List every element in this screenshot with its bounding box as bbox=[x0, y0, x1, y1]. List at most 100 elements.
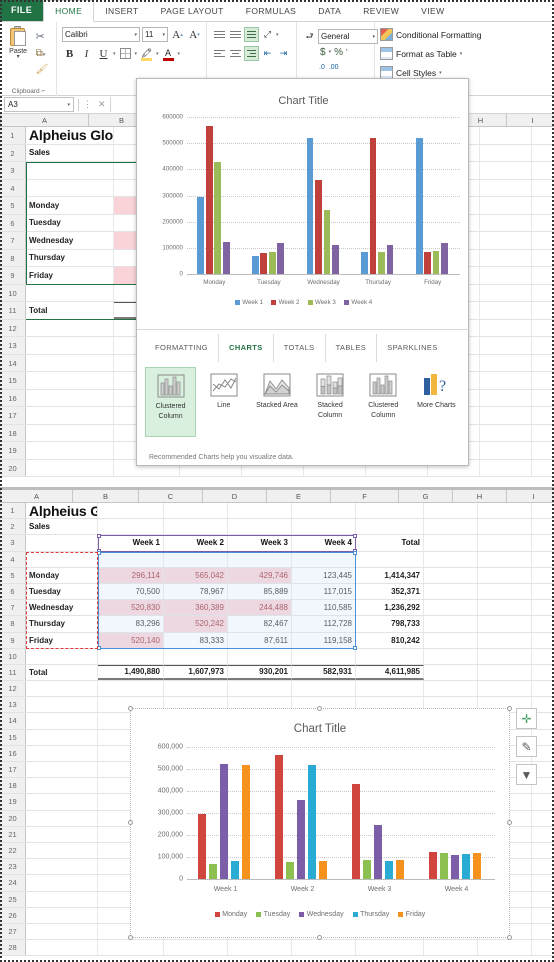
bar-week-3-friday[interactable] bbox=[432, 251, 440, 274]
cell-B4[interactable] bbox=[98, 551, 164, 567]
cell-A4[interactable] bbox=[26, 179, 114, 196]
column-header-e[interactable]: E bbox=[267, 490, 331, 502]
cell-C7[interactable]: 360,389 bbox=[164, 600, 228, 616]
tab-formulas[interactable]: FORMULAS bbox=[235, 0, 307, 21]
cell-I21[interactable] bbox=[532, 827, 554, 842]
clipboard-dialog-launcher[interactable]: ⌐ bbox=[41, 88, 45, 95]
cell-C11[interactable]: 1,607,973 bbox=[164, 664, 228, 681]
cell-B10[interactable] bbox=[98, 648, 164, 664]
cell-E9[interactable]: 119,158 bbox=[292, 632, 356, 648]
cell-H10[interactable] bbox=[480, 284, 532, 301]
row-header-2[interactable]: 2 bbox=[0, 144, 26, 161]
row-header-1[interactable]: 1 bbox=[0, 127, 26, 144]
cell-A23[interactable] bbox=[26, 859, 98, 875]
orientation-button[interactable]: ⤢ bbox=[260, 27, 275, 42]
cell-A21[interactable] bbox=[26, 826, 98, 842]
cell-H10[interactable] bbox=[478, 648, 532, 664]
cell-H18[interactable] bbox=[480, 424, 532, 441]
fill-color-dropdown-arrow[interactable]: ▾ bbox=[156, 51, 159, 57]
cell-A25[interactable] bbox=[26, 891, 98, 907]
bar-week-1-tuesday[interactable] bbox=[251, 255, 259, 274]
row-header-4[interactable]: 4 bbox=[0, 179, 26, 196]
row-header-10[interactable]: 10 bbox=[0, 648, 26, 664]
cell-I2[interactable] bbox=[532, 145, 554, 162]
chart-resize-handle[interactable] bbox=[128, 820, 133, 825]
align-top-button[interactable] bbox=[212, 27, 227, 42]
cell-H1[interactable] bbox=[480, 127, 532, 144]
cell-C5[interactable]: 565,042 bbox=[164, 567, 228, 583]
cell-H16[interactable] bbox=[480, 389, 532, 406]
cell-B9[interactable]: 520,140 bbox=[98, 632, 164, 648]
cell-A17[interactable] bbox=[26, 407, 114, 424]
cell-C4[interactable] bbox=[164, 551, 228, 567]
row-header-4[interactable]: 4 bbox=[0, 551, 26, 567]
cell-I3[interactable] bbox=[532, 535, 554, 550]
legend-item[interactable]: Week 4 bbox=[343, 299, 372, 306]
cell-C6[interactable]: 78,967 bbox=[164, 583, 228, 600]
cell-A16[interactable] bbox=[26, 389, 114, 406]
cell-E11[interactable]: 582,931 bbox=[292, 664, 356, 681]
increase-indent-button[interactable]: ⇥ bbox=[276, 46, 291, 61]
cell-A9[interactable]: Friday bbox=[26, 267, 114, 284]
cell-A6[interactable]: Tuesday bbox=[26, 214, 114, 231]
chart-resize-handle[interactable] bbox=[317, 935, 322, 940]
cell-A20[interactable] bbox=[26, 810, 98, 826]
bar-week-3-monday[interactable] bbox=[214, 161, 222, 274]
cell-B6[interactable]: 70,500 bbox=[98, 583, 164, 600]
cell-A3[interactable] bbox=[26, 535, 98, 551]
cell-G12[interactable] bbox=[424, 681, 478, 697]
currency-dropdown-arrow[interactable]: ▾ bbox=[329, 49, 332, 55]
bar-week-4-tuesday[interactable] bbox=[277, 243, 285, 274]
qa-tab-formatting[interactable]: FORMATTING bbox=[145, 334, 220, 362]
cell-H5[interactable] bbox=[480, 197, 532, 214]
cell-A5[interactable]: Monday bbox=[26, 197, 114, 214]
column-header-b[interactable]: B bbox=[73, 490, 139, 502]
fill-color-button[interactable]: 🖍 bbox=[139, 46, 154, 61]
cell-I20[interactable] bbox=[532, 460, 554, 477]
cell-B1[interactable] bbox=[98, 503, 164, 519]
row-header-5[interactable]: 5 bbox=[0, 197, 26, 214]
cell-I6[interactable] bbox=[532, 584, 554, 599]
shrink-font-button[interactable]: A ▾ bbox=[187, 27, 202, 42]
cell-I20[interactable] bbox=[532, 811, 554, 826]
orientation-dropdown-arrow[interactable]: ▾ bbox=[276, 32, 279, 38]
row-header-9[interactable]: 9 bbox=[0, 632, 26, 648]
cell-B2[interactable] bbox=[98, 519, 164, 535]
bar-friday-week-4[interactable] bbox=[473, 852, 482, 879]
cell-G2[interactable] bbox=[424, 519, 478, 535]
row-header-17[interactable]: 17 bbox=[0, 407, 26, 424]
cell-H12[interactable] bbox=[478, 681, 532, 697]
decrease-indent-button[interactable]: ⇤ bbox=[260, 46, 275, 61]
cell-A1[interactable]: Alpheius Glob bbox=[26, 127, 114, 144]
cell-B11[interactable]: 1,490,880 bbox=[98, 664, 164, 681]
cell-A11[interactable]: Total bbox=[26, 664, 98, 681]
legend-item[interactable]: Thursday bbox=[352, 911, 389, 918]
cell-I9[interactable] bbox=[532, 267, 554, 284]
cell-A19[interactable] bbox=[26, 442, 114, 459]
chart-resize-handle[interactable] bbox=[128, 935, 133, 940]
align-left-button[interactable] bbox=[212, 46, 227, 61]
cell-H13[interactable] bbox=[480, 337, 532, 354]
bar-week-2-friday[interactable] bbox=[424, 252, 431, 274]
format-painter-button[interactable]: 🖌 bbox=[36, 59, 50, 75]
chart-option-stacked-area-2[interactable]: Stacked Area bbox=[251, 367, 302, 437]
cell-F10[interactable] bbox=[356, 648, 424, 664]
chart-option-stacked-column-3[interactable]: Stacked Column bbox=[305, 367, 356, 437]
cell-A12[interactable] bbox=[26, 681, 98, 697]
align-right-button[interactable] bbox=[244, 46, 259, 61]
chart-elements-button[interactable]: ✛ bbox=[516, 708, 537, 729]
cell-G4[interactable] bbox=[424, 551, 478, 567]
row-header-28[interactable]: 28 bbox=[0, 940, 26, 956]
cell-G5[interactable] bbox=[424, 567, 478, 583]
cell-H4[interactable] bbox=[480, 179, 532, 196]
bar-friday-week-1[interactable] bbox=[242, 764, 251, 879]
cell-A22[interactable] bbox=[26, 842, 98, 859]
cell-G6[interactable] bbox=[424, 583, 478, 600]
cell-D5[interactable]: 429,746 bbox=[228, 567, 292, 583]
cell-I23[interactable] bbox=[532, 859, 554, 874]
cell-H3[interactable] bbox=[480, 162, 532, 179]
cell-H8[interactable] bbox=[480, 249, 532, 266]
cell-D10[interactable] bbox=[228, 648, 292, 664]
row-header-5[interactable]: 5 bbox=[0, 567, 26, 583]
qa-tab-tables[interactable]: TABLES bbox=[326, 334, 378, 362]
